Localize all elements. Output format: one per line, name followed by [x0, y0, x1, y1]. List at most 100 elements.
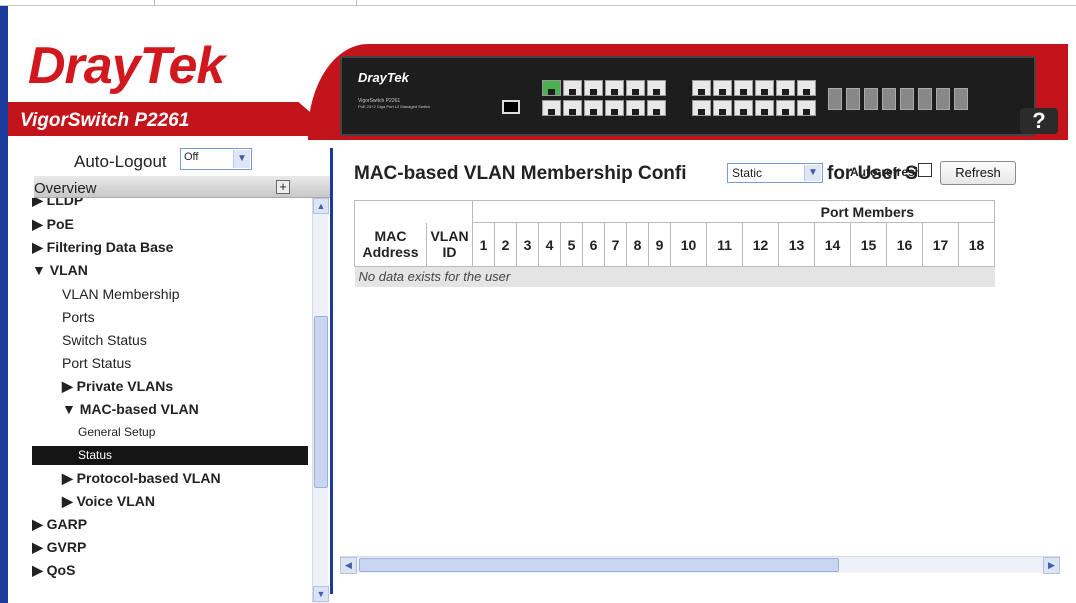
port-header: 10: [670, 222, 707, 267]
auto-refresh-label: Auto-refresh: [850, 165, 923, 179]
port-icon-24: [797, 100, 816, 116]
port-icon-2: [542, 100, 561, 116]
port-icon-22: [776, 100, 795, 116]
user-select[interactable]: Static ▼: [727, 163, 823, 183]
port-icon-16: [713, 100, 732, 116]
port-icon-10: [626, 100, 645, 116]
port-header: 13: [778, 222, 815, 267]
port-header: 17: [922, 222, 959, 267]
port-icon-4: [563, 100, 582, 116]
chevron-down-icon: ▼: [233, 150, 250, 168]
sfp-icon: [918, 88, 932, 110]
membership-table: Port Members MAC Address VLAN ID 1 2 3 4…: [354, 200, 995, 287]
mac-address-header: MAC Address: [354, 222, 427, 267]
port-icon-1: [542, 80, 561, 96]
device-image: DrayTek VigorSwitch P2261 PoE 24+2 Giga …: [340, 56, 1036, 136]
nav-item-switch-status[interactable]: Switch Status: [62, 332, 147, 348]
port-header: 3: [516, 222, 539, 267]
nav-item-vlan[interactable]: ▼ VLAN: [32, 262, 88, 278]
auto-logout-select[interactable]: Off ▼: [180, 148, 252, 170]
port-header: 8: [626, 222, 649, 267]
scroll-down-icon[interactable]: ▼: [313, 586, 329, 602]
port-header: 6: [582, 222, 605, 267]
main-content: MAC-based VLAN Membership Confi for User…: [340, 140, 1070, 603]
scroll-thumb[interactable]: [359, 558, 839, 572]
scroll-up-icon[interactable]: ▲: [313, 198, 329, 214]
nav-item-filtering-data-base[interactable]: ▶ Filtering Data Base: [32, 239, 173, 256]
nav-item-qos[interactable]: ▶ QoS: [32, 562, 75, 579]
chevron-down-icon: ▼: [804, 165, 821, 181]
nav-item-protocol-based-vlan[interactable]: ▶ Protocol-based VLAN: [62, 470, 221, 487]
scroll-right-icon[interactable]: ▶: [1043, 557, 1060, 574]
empty-message: No data exists for the user: [354, 266, 995, 287]
help-button[interactable]: ?: [1020, 108, 1058, 134]
auto-logout-value: Off: [184, 151, 199, 163]
port-header: 1: [472, 222, 495, 267]
nav-item-port-status[interactable]: Port Status: [62, 355, 131, 371]
port-icon-17: [734, 80, 753, 96]
port-icon-18: [734, 100, 753, 116]
port-header: 15: [850, 222, 887, 267]
sfp-icon: [936, 88, 950, 110]
nav-item-vlan-membership[interactable]: VLAN Membership: [62, 286, 180, 302]
scroll-thumb[interactable]: [314, 316, 328, 488]
port-icon-11: [647, 80, 666, 96]
page-title: MAC-based VLAN Membership Confi: [354, 163, 687, 184]
frame-divider[interactable]: [330, 148, 333, 594]
port-icon-8: [605, 100, 624, 116]
nav-item-lldp[interactable]: ▶ LLDP: [32, 198, 83, 209]
sfp-ports: [828, 88, 968, 110]
auto-logout-label: Auto-Logout: [74, 152, 167, 171]
nav-item-mac-based-vlan[interactable]: ▼ MAC-based VLAN: [62, 401, 199, 417]
device-brand: DrayTek: [358, 70, 409, 85]
table-corner: [354, 200, 473, 223]
scroll-left-icon[interactable]: ◀: [340, 557, 357, 574]
port-members-header: Port Members: [472, 200, 995, 223]
refresh-button[interactable]: Refresh: [940, 161, 1016, 185]
port-header: 9: [648, 222, 671, 267]
port-icon-5: [584, 80, 603, 96]
nav-menu: ▶ LLDP ▶ PoE ▶ Filtering Data Base ▼ VLA…: [32, 198, 308, 603]
port-icon-7: [605, 80, 624, 96]
port-icon-6: [584, 100, 603, 116]
model-name: VigorSwitch P2261: [20, 110, 190, 131]
left-accent-bar: [0, 6, 8, 603]
port-icon-23: [797, 80, 816, 96]
device-desc: PoE 24+2 Giga Port L2 Managed Switch: [358, 104, 430, 109]
draytek-logo: DrayTek: [28, 37, 225, 95]
nav-item-voice-vlan[interactable]: ▶ Voice VLAN: [62, 493, 155, 510]
nav-item-status[interactable]: Status: [32, 446, 308, 465]
port-icon-14: [692, 100, 711, 116]
vlan-id-header: VLAN ID: [426, 222, 473, 267]
port-header: 4: [538, 222, 561, 267]
nav-item-general-setup[interactable]: General Setup: [78, 425, 155, 439]
nav-item-private-vlans[interactable]: ▶ Private VLANs: [62, 378, 173, 395]
port-header: 5: [560, 222, 583, 267]
horizontal-scrollbar[interactable]: ◀ ▶: [340, 556, 1060, 574]
nav-item-garp[interactable]: ▶ GARP: [32, 516, 87, 533]
nav-item-ports[interactable]: Ports: [62, 309, 95, 325]
port-icon-15: [713, 80, 732, 96]
sfp-icon: [846, 88, 860, 110]
expand-plus-icon[interactable]: +: [276, 180, 290, 194]
port-icon-13: [692, 80, 711, 96]
port-icon-21: [776, 80, 795, 96]
port-header: 11: [706, 222, 743, 267]
auto-refresh-checkbox[interactable]: [918, 163, 932, 177]
nav-item-poe[interactable]: ▶ PoE: [32, 216, 74, 233]
port-header: 7: [604, 222, 627, 267]
overview-label[interactable]: Overview: [34, 180, 97, 197]
sidebar-scrollbar[interactable]: ▲ ▼: [312, 198, 329, 603]
port-header: 16: [886, 222, 923, 267]
sfp-icon: [864, 88, 878, 110]
sidebar: Auto-Logout Off ▼ Overview + ▶ LLDP ▶ Po…: [8, 140, 330, 603]
port-icon-9: [626, 80, 645, 96]
console-port-icon: [502, 100, 520, 114]
port-header: 14: [814, 222, 851, 267]
header: DrayTek VigorSwitch P2261 DrayTek VigorS…: [8, 6, 1068, 140]
sfp-icon: [900, 88, 914, 110]
nav-item-gvrp[interactable]: ▶ GVRP: [32, 539, 86, 556]
membership-table-wrap: Port Members MAC Address VLAN ID 1 2 3 4…: [354, 200, 1058, 572]
port-group-1: [542, 80, 666, 116]
port-header: 12: [742, 222, 779, 267]
